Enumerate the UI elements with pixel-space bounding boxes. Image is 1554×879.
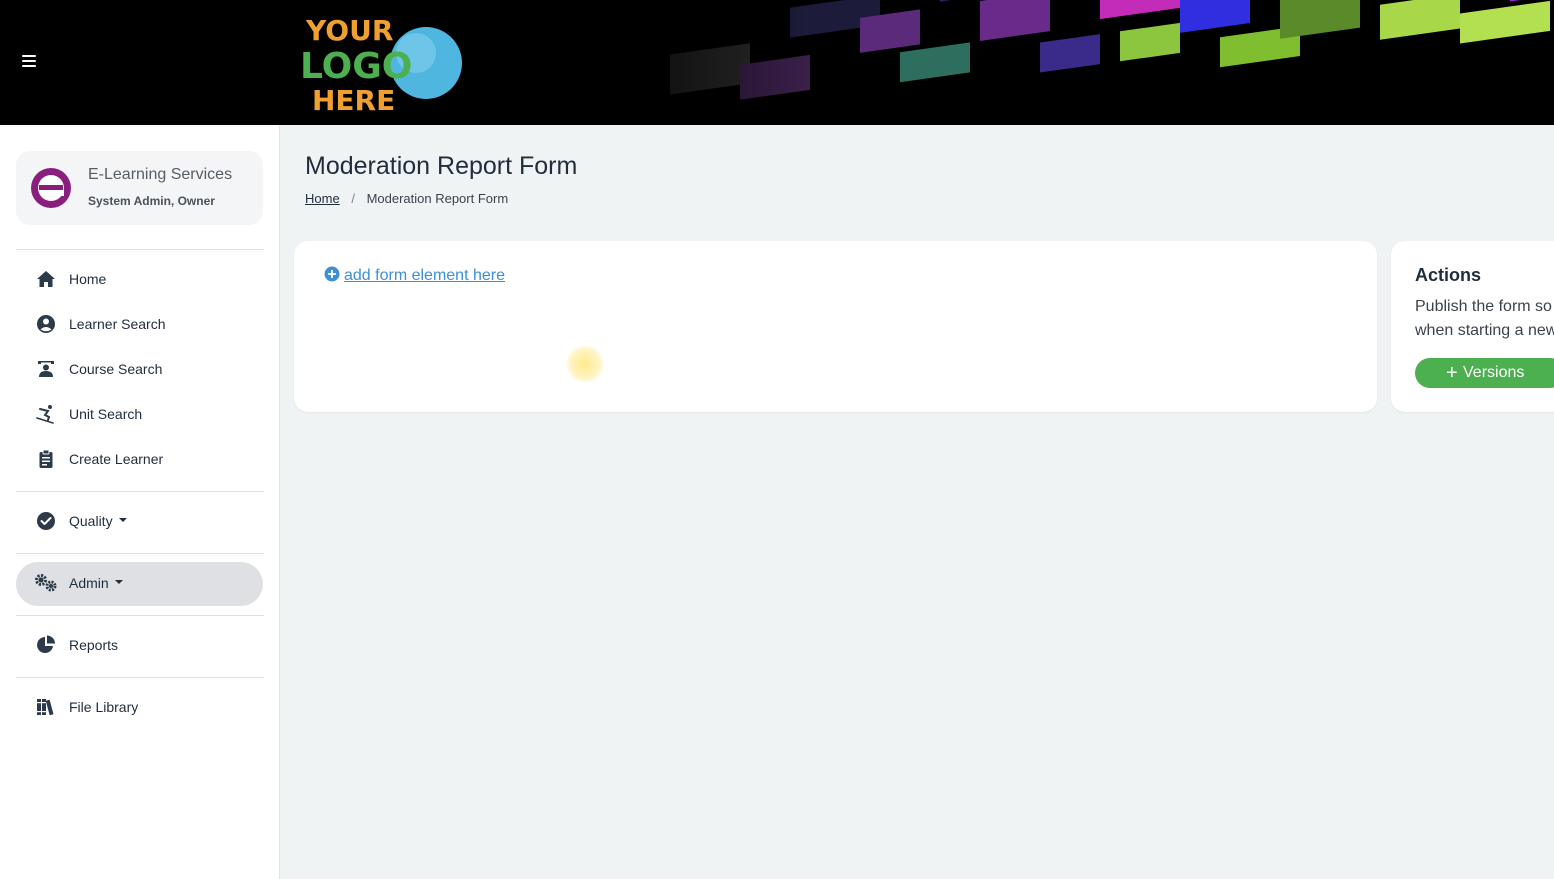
sidebar: E-Learning Services System Admin, Owner … xyxy=(0,125,280,879)
sidebar-item-file-library[interactable]: File Library xyxy=(16,686,263,730)
company-logo: YOUR LOGO HERE xyxy=(300,14,462,117)
form-builder-card: add form element here xyxy=(294,241,1377,412)
breadcrumb-divider: / xyxy=(351,191,355,206)
organisation-card[interactable]: E-Learning Services System Admin, Owner xyxy=(16,151,263,225)
cursor-highlight xyxy=(566,345,604,383)
versions-button[interactable]: + Versions xyxy=(1415,358,1554,388)
sidebar-item-label: Home xyxy=(69,271,107,287)
sidebar-item-home[interactable]: Home xyxy=(16,258,263,302)
sidebar-item-label: Reports xyxy=(69,637,119,653)
sidebar-divider xyxy=(16,615,264,616)
top-header: YOUR LOGO HERE xyxy=(0,0,1554,125)
breadcrumb-current: Moderation Report Form xyxy=(366,191,509,206)
actions-card: Actions Publish the form so when startin… xyxy=(1391,241,1554,412)
chevron-down-icon xyxy=(118,518,127,523)
plus-circle-icon xyxy=(324,266,340,282)
sidebar-item-label: Quality xyxy=(69,513,127,529)
breadcrumb: Home / Moderation Report Form xyxy=(305,191,508,206)
hamburger-icon[interactable] xyxy=(22,55,36,67)
sidebar-item-label: File Library xyxy=(69,699,139,715)
logo-text-your: YOUR xyxy=(305,14,393,47)
check-circle-icon xyxy=(37,512,55,530)
chevron-down-icon xyxy=(114,580,123,585)
sidebar-divider xyxy=(16,677,264,678)
actions-description: Publish the form so when starting a new xyxy=(1415,298,1554,339)
skiing-icon xyxy=(36,405,54,424)
sidebar-item-label: Course Search xyxy=(69,361,163,377)
home-icon xyxy=(37,271,55,287)
sidebar-item-create-learner[interactable]: Create Learner xyxy=(16,438,263,482)
cogs-icon xyxy=(35,574,57,592)
teacher-icon xyxy=(38,361,54,377)
add-form-element-link[interactable]: add form element here xyxy=(324,266,505,285)
sidebar-divider xyxy=(16,553,264,554)
user-role: System Admin, Owner xyxy=(88,194,215,208)
books-icon xyxy=(37,699,54,716)
breadcrumb-home-link[interactable]: Home xyxy=(305,191,340,206)
sidebar-item-label: Unit Search xyxy=(69,406,143,422)
sidebar-divider xyxy=(16,491,264,492)
sidebar-item-reports[interactable]: Reports xyxy=(16,624,263,668)
header-banner-graphic xyxy=(560,0,1554,125)
user-circle-icon xyxy=(37,315,55,333)
organisation-logo-icon xyxy=(31,168,71,208)
sidebar-item-learner-search[interactable]: Learner Search xyxy=(16,303,263,347)
sidebar-item-unit-search[interactable]: Unit Search xyxy=(16,393,263,437)
sidebar-item-label: Admin xyxy=(69,575,123,591)
logo-text-here: HERE xyxy=(312,84,395,117)
plus-icon: + xyxy=(1446,362,1458,384)
sidebar-item-label: Learner Search xyxy=(69,316,166,332)
actions-title: Actions xyxy=(1415,265,1482,285)
sidebar-item-admin[interactable]: Admin xyxy=(16,562,263,606)
sidebar-item-label: Create Learner xyxy=(69,451,164,467)
logo-text-logo: LOGO xyxy=(300,46,412,87)
page-title: Moderation Report Form xyxy=(305,152,578,180)
organisation-name: E-Learning Services xyxy=(88,166,233,183)
sidebar-divider xyxy=(16,249,264,250)
pie-chart-icon xyxy=(37,635,55,653)
sidebar-item-course-search[interactable]: Course Search xyxy=(16,348,263,392)
clipboard-icon xyxy=(39,449,53,468)
sidebar-item-quality[interactable]: Quality xyxy=(16,500,263,544)
